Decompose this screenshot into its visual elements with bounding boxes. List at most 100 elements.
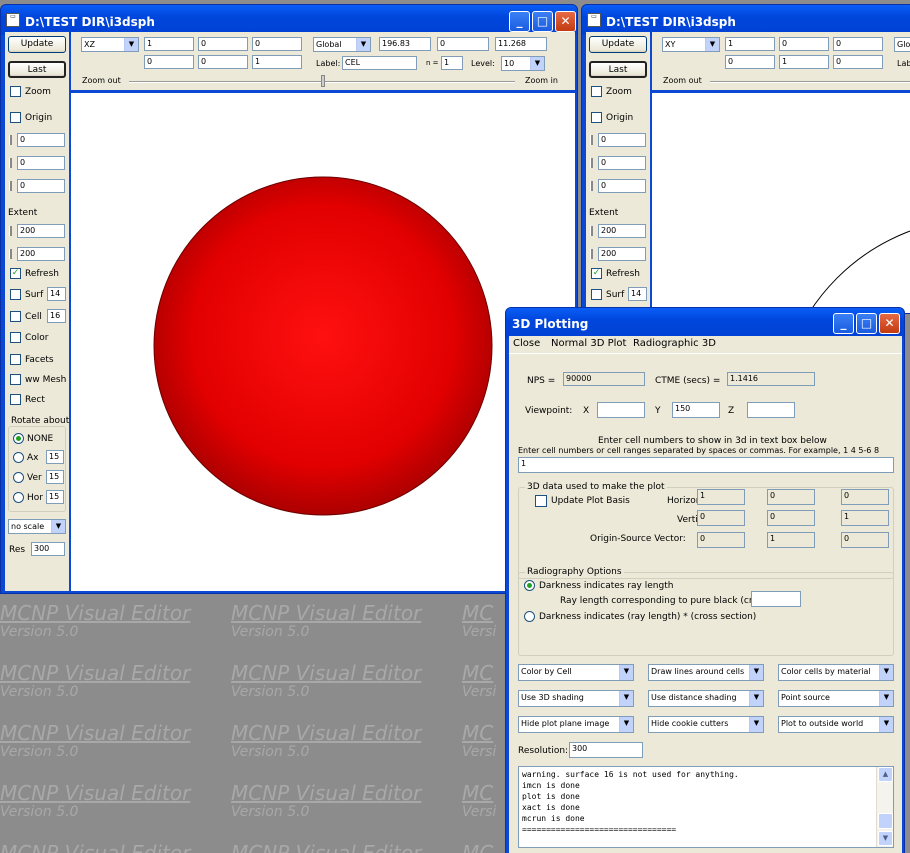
basis-r1c1-field[interactable]: 1 [144, 37, 194, 51]
extent-v-slider[interactable] [9, 249, 12, 259]
basis-r2c3-field[interactable]: 1 [252, 55, 302, 69]
maximize-button[interactable]: □ [532, 11, 553, 32]
refresh-checkbox[interactable]: ✓ [10, 268, 21, 279]
plane-select[interactable]: XY ▼ [662, 37, 720, 52]
zoom-checkbox[interactable] [591, 86, 602, 97]
darkness-length-radio[interactable] [524, 580, 535, 591]
zoom-checkbox[interactable] [10, 86, 21, 97]
basis-r2c2-field[interactable]: 1 [779, 55, 829, 69]
plane-select[interactable]: XZ ▼ [81, 37, 139, 52]
draw-lines-select[interactable]: Draw lines around cells ▼ [648, 664, 764, 681]
extent-v-slider[interactable] [590, 249, 593, 259]
update-button[interactable]: Update [8, 36, 66, 53]
origin-y-field[interactable]: 0 [17, 156, 65, 170]
maximize-button[interactable]: □ [856, 313, 877, 334]
plot-plane-image-select[interactable]: Hide plot plane image ▼ [518, 716, 634, 733]
title-bar[interactable]: 3D Plotting _ □ ✕ [506, 308, 904, 338]
viewpoint-x-field[interactable] [597, 402, 645, 418]
menu-radiographic-3d[interactable]: Radiographic 3D [633, 338, 716, 349]
viewpoint-y-field[interactable]: 150 [672, 402, 720, 418]
color-by-select[interactable]: Color by Cell ▼ [518, 664, 634, 681]
cell-list-field[interactable]: 1 [518, 457, 894, 473]
surf-checkbox[interactable] [10, 289, 21, 300]
basis-r1c2-field[interactable]: 0 [198, 37, 248, 51]
cell-checkbox[interactable] [10, 311, 21, 322]
ray-length-field[interactable] [751, 591, 801, 607]
basis-r1c3-field[interactable]: 0 [833, 37, 883, 51]
coord-1-field[interactable]: 196.83 [379, 37, 431, 51]
origin-x-slider[interactable] [590, 135, 593, 145]
output-log[interactable]: warning. surface 16 is not used for anyt… [518, 766, 894, 848]
origin-z-field[interactable]: 0 [17, 179, 65, 193]
rect-checkbox[interactable] [10, 394, 21, 405]
refresh-checkbox[interactable]: ✓ [591, 268, 602, 279]
shading-select[interactable]: Use 3D shading ▼ [518, 690, 634, 707]
scroll-down-icon[interactable]: ▼ [878, 831, 893, 846]
origin-y-slider[interactable] [9, 158, 12, 168]
update-plot-basis-checkbox[interactable] [535, 495, 547, 507]
scale-select[interactable]: no scale ▼ [8, 519, 66, 534]
level-select[interactable]: 10 ▼ [501, 56, 545, 71]
origin-z-field[interactable]: 0 [598, 179, 646, 193]
extent-h-slider[interactable] [590, 226, 593, 236]
last-button[interactable]: Last [589, 61, 647, 78]
coord-2-field[interactable]: 0 [437, 37, 489, 51]
extent-v-field[interactable]: 200 [17, 247, 65, 261]
basis-r1c2-field[interactable]: 0 [779, 37, 829, 51]
facets-checkbox[interactable] [10, 354, 21, 365]
color-checkbox[interactable] [10, 332, 21, 343]
title-bar[interactable]: ▭ D:\TEST DIR\i3dsph _ □ ✕ [1, 5, 577, 35]
cell-field[interactable]: 16 [47, 309, 66, 323]
distance-shading-select[interactable]: Use distance shading ▼ [648, 690, 764, 707]
origin-x-field[interactable]: 0 [598, 133, 646, 147]
plot-canvas[interactable] [652, 93, 910, 313]
extent-v-field[interactable]: 200 [598, 247, 646, 261]
rotate-ax-field[interactable]: 15 [46, 450, 64, 464]
origin-y-slider[interactable] [590, 158, 593, 168]
rotate-hor-radio[interactable] [13, 492, 24, 503]
scroll-thumb[interactable] [878, 813, 893, 829]
viewpoint-z-field[interactable] [747, 402, 795, 418]
zoom-slider-track[interactable] [710, 81, 910, 83]
extent-h-slider[interactable] [9, 226, 12, 236]
last-button[interactable]: Last [8, 61, 66, 78]
origin-x-field[interactable]: 0 [17, 133, 65, 147]
basis-r1c3-field[interactable]: 0 [252, 37, 302, 51]
rotate-ver-radio[interactable] [13, 472, 24, 483]
darkness-cross-section-radio[interactable] [524, 611, 535, 622]
coord-select[interactable]: Glo [894, 37, 910, 52]
basis-r2c1-field[interactable]: 0 [725, 55, 775, 69]
log-scrollbar[interactable]: ▲ ▼ [876, 767, 893, 847]
scroll-up-icon[interactable]: ▲ [878, 767, 893, 782]
origin-z-slider[interactable] [590, 181, 593, 191]
label-field[interactable]: CEL [342, 56, 417, 70]
title-bar[interactable]: ▭ D:\TEST DIR\i3dsph [582, 5, 910, 35]
wwmesh-checkbox[interactable] [10, 374, 21, 385]
menu-normal-3d-plot[interactable]: Normal 3D Plot [551, 338, 626, 349]
color-cells-select[interactable]: Color cells by material ▼ [778, 664, 894, 681]
coord-3-field[interactable]: 11.268 [495, 37, 547, 51]
minimize-button[interactable]: _ [509, 11, 530, 32]
plot-canvas[interactable] [71, 93, 575, 591]
origin-z-slider[interactable] [9, 181, 12, 191]
zoom-slider-thumb[interactable] [321, 75, 325, 87]
basis-r2c1-field[interactable]: 0 [144, 55, 194, 69]
cookie-cutters-select[interactable]: Hide cookie cutters ▼ [648, 716, 764, 733]
rotate-hor-field[interactable]: 15 [46, 490, 64, 504]
rotate-none-radio[interactable] [13, 433, 24, 444]
origin-x-slider[interactable] [9, 135, 12, 145]
extent-h-field[interactable]: 200 [598, 224, 646, 238]
basis-r1c1-field[interactable]: 1 [725, 37, 775, 51]
resolution-field[interactable]: 300 [569, 742, 643, 758]
origin-checkbox[interactable] [10, 112, 21, 123]
menu-close[interactable]: Close [513, 338, 540, 349]
source-select[interactable]: Point source ▼ [778, 690, 894, 707]
coord-select[interactable]: Global ▼ [313, 37, 371, 52]
plot-outside-select[interactable]: Plot to outside world ▼ [778, 716, 894, 733]
res-field[interactable]: 300 [31, 542, 65, 556]
basis-r2c3-field[interactable]: 0 [833, 55, 883, 69]
surf-field[interactable]: 14 [628, 287, 647, 301]
update-button[interactable]: Update [589, 36, 647, 53]
minimize-button[interactable]: _ [833, 313, 854, 334]
close-button[interactable]: ✕ [879, 313, 900, 334]
